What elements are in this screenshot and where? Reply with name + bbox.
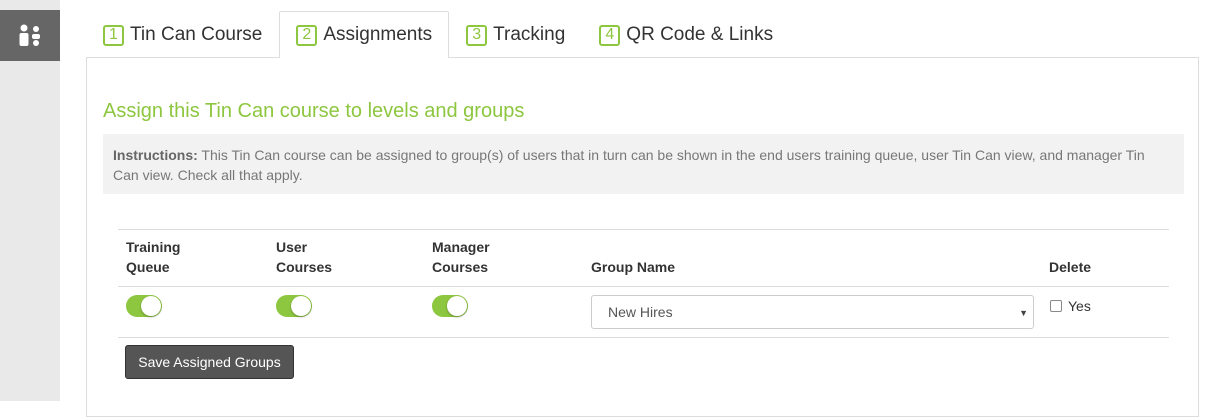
header-delete: Delete — [1049, 259, 1092, 275]
header-group-name: Group Name — [591, 259, 676, 275]
tab-bar: 1 Tin Can Course 2 Assignments 3 Trackin… — [86, 11, 790, 58]
tab-number-badge: 1 — [103, 24, 124, 46]
assignments-table: Training Queue User Courses Manager Cour… — [118, 229, 1169, 338]
tab-label: Tracking — [493, 24, 566, 45]
tab-number-badge: 2 — [296, 24, 318, 46]
tab-label: Tin Can Course — [130, 24, 263, 45]
toggle-knob — [447, 296, 467, 316]
section-title: Assign this Tin Can course to levels and… — [103, 100, 525, 122]
users-menu-button[interactable] — [0, 10, 60, 61]
delete-label: Yes — [1068, 298, 1091, 314]
header-line: User — [276, 239, 308, 255]
instructions-text: This Tin Can course can be assigned to g… — [113, 147, 1145, 183]
instructions-label: Instructions: — [113, 147, 198, 163]
header-line: Queue — [126, 259, 170, 275]
training-queue-toggle[interactable] — [126, 295, 162, 317]
header-line: Courses — [276, 259, 333, 275]
caret-down-icon: ▼ — [1019, 308, 1028, 318]
tab-label: Assignments — [323, 24, 433, 45]
tab-number-badge: 4 — [599, 24, 621, 46]
table-header: Training Queue User Courses Manager Cour… — [118, 230, 1169, 287]
header-training-queue: Training Queue — [126, 237, 180, 277]
user-courses-toggle[interactable] — [276, 295, 312, 317]
group-name-value: New Hires — [608, 304, 673, 320]
left-rail — [0, 0, 60, 401]
delete-control: Yes — [1050, 298, 1091, 314]
manager-courses-toggle[interactable] — [432, 295, 468, 317]
instructions-box: Instructions: This Tin Can course can be… — [103, 134, 1184, 194]
header-user-courses: User Courses — [276, 237, 332, 277]
tab-tin-can-course[interactable]: 1 Tin Can Course — [86, 11, 279, 58]
table-row: New Hires ▼ Yes — [118, 287, 1169, 338]
tab-qr-code-links[interactable]: 4 QR Code & Links — [582, 11, 790, 58]
tab-assignments[interactable]: 2 Assignments — [279, 11, 450, 58]
header-line: Manager — [432, 239, 490, 255]
header-manager-courses: Manager Courses — [432, 237, 490, 277]
save-assigned-groups-button[interactable]: Save Assigned Groups — [125, 345, 294, 379]
delete-checkbox[interactable] — [1050, 300, 1062, 312]
header-line: Courses — [432, 259, 489, 275]
tab-label: QR Code & Links — [626, 24, 774, 45]
header-line: Training — [126, 239, 181, 255]
group-name-select[interactable]: New Hires ▼ — [591, 295, 1034, 329]
tab-number-badge: 3 — [466, 24, 488, 46]
tab-tracking[interactable]: 3 Tracking — [449, 11, 582, 58]
toggle-knob — [291, 296, 311, 316]
users-icon — [19, 24, 40, 46]
toggle-knob — [141, 296, 161, 316]
